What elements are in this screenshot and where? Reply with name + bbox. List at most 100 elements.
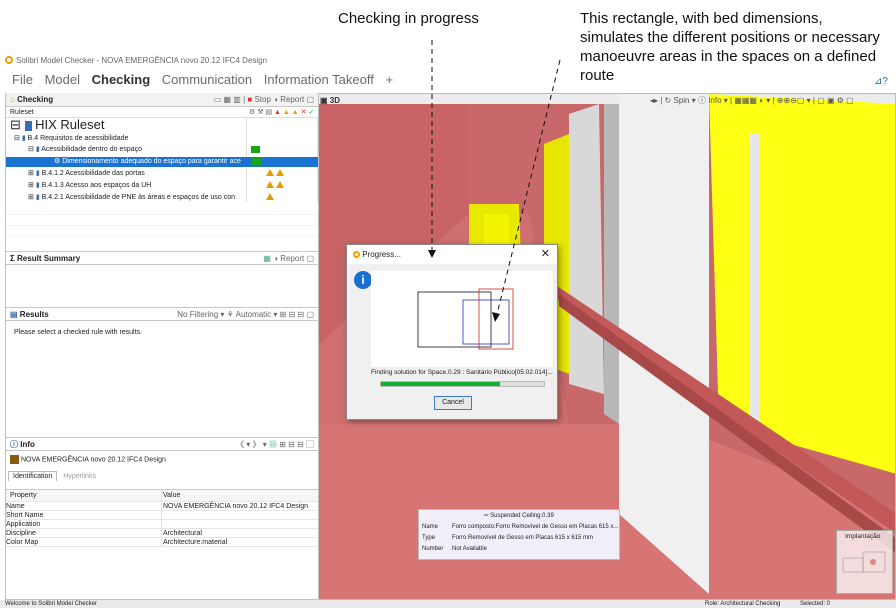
menu-add[interactable]: + bbox=[385, 72, 393, 87]
report-button[interactable]: Report bbox=[280, 95, 304, 104]
ruleset-column-icons: ⚙ ⚒ ▤ ▲ ▲ ▲ ✕ ✓ bbox=[249, 109, 315, 116]
results-message: Please select a checked rule with result… bbox=[14, 329, 143, 336]
info-icon: ⓘ bbox=[10, 440, 18, 449]
tab-identification[interactable]: Identification bbox=[8, 471, 58, 481]
warning-icon bbox=[275, 169, 284, 176]
checking-empty-rows bbox=[6, 204, 318, 246]
rule-row[interactable]: ⊞ ▮ B.4.1.3 Acesso aos espaços da UH bbox=[6, 181, 318, 191]
info-options-icon[interactable]: ▦ bbox=[269, 440, 277, 449]
element-tooltip: ═ Suspended Ceiling.0.39 Name Forro compo… bbox=[418, 509, 620, 560]
cancel-button[interactable]: Cancel bbox=[434, 396, 472, 410]
rule-icon: ▮ bbox=[35, 146, 40, 153]
ruleset-row-hix[interactable]: ⊟ HIX Ruleset bbox=[6, 118, 318, 132]
table-row[interactable]: Name NOVA EMERGÊNCIA novo 20.12 IFC4 Desi… bbox=[6, 502, 318, 511]
property-cell: Discipline bbox=[6, 529, 162, 538]
dialog-status: Finding solution for Space.0.29 : Sanitá… bbox=[371, 369, 553, 376]
cube-icon: ▣ bbox=[320, 96, 328, 105]
nav-back-icon[interactable]: 《 bbox=[236, 440, 244, 449]
status-passed-icon bbox=[252, 158, 261, 165]
table-row[interactable]: Discipline Architectural bbox=[6, 529, 318, 538]
results-header: ▤ Results No Filtering ▾ ⚘ Automatic ▾ ⊞… bbox=[6, 307, 318, 321]
rule-row[interactable]: ⊞ ▮ B.4.1.2 Acessibilidade das portas bbox=[6, 169, 318, 179]
table-row[interactable]: Short Name bbox=[6, 511, 318, 520]
status-passed-icon bbox=[251, 146, 260, 153]
tooltip-row: Number Not Available bbox=[422, 546, 487, 552]
annotation-progress: Checking in progress bbox=[338, 10, 479, 27]
value-cell: NOVA EMERGÊNCIA novo 20.12 IFC4 Design bbox=[163, 503, 308, 510]
minimap-plan bbox=[842, 551, 886, 573]
viewport-toolbar[interactable]: ◂▸ | ↻ Spin ▾ ⓘ Info ▾ | ▦▦▦ ◐ ▾ | ⊕⊕⊖▢ … bbox=[650, 95, 854, 106]
warning-icon bbox=[266, 181, 274, 188]
ruleset-header-row: Ruleset ⚙ ⚒ ▤ ▲ ▲ ▲ ✕ ✓ bbox=[6, 108, 318, 118]
dialog-info-icon: i bbox=[354, 271, 372, 289]
rule-icon: ▮ bbox=[35, 182, 40, 189]
status-bar: Welcome to Solibri Model Checker Role: A… bbox=[0, 600, 896, 608]
menu-checking[interactable]: Checking bbox=[92, 72, 151, 87]
minimap[interactable]: Implantação bbox=[836, 530, 893, 594]
rule-icon: ▮ bbox=[21, 135, 26, 142]
col-property[interactable]: Property bbox=[6, 490, 162, 502]
property-cell: Application bbox=[6, 520, 162, 529]
property-cell: Color Map bbox=[6, 538, 162, 547]
checking-tools: ▭ ▦ ▥ | ■ Stop ◑ Report ▢ bbox=[213, 95, 314, 104]
menu-information-takeoff[interactable]: Information Takeoff bbox=[264, 72, 374, 87]
preview-svg bbox=[417, 288, 514, 350]
ceiling-icon: ═ bbox=[484, 513, 489, 519]
result-summary-header: Σ Result Summary ▦ ◑ Report ▢ bbox=[6, 251, 318, 265]
progress-fill bbox=[381, 382, 500, 386]
info-table: Property Value Name NOVA EMERGÊNCIA novo 2… bbox=[6, 489, 318, 547]
progress-dialog: Progress... ✕ i Finding solution for Spa… bbox=[346, 244, 558, 420]
rule-icon: ⚙ bbox=[54, 158, 61, 165]
col-value[interactable]: Value bbox=[163, 490, 180, 502]
viewport-label-3d: ▣ 3D bbox=[320, 96, 341, 105]
tooltip-row: Name Forro composto:Forro Removível de Ge… bbox=[422, 524, 619, 530]
warning-icon bbox=[266, 169, 274, 176]
dialog-titlebar: Progress... ✕ bbox=[347, 245, 557, 264]
menu-file[interactable]: File bbox=[12, 72, 33, 87]
table-row[interactable]: Application bbox=[6, 520, 318, 529]
info-tabs: Identification Hyperlinks bbox=[8, 471, 100, 481]
info-model-name: NOVA EMERGÊNCIA novo 20.12 IFC4 Design bbox=[10, 455, 166, 464]
menu-bar: File Model Checking Communication Inform… bbox=[12, 72, 401, 87]
warning-icon bbox=[266, 193, 274, 200]
summary-options-icon[interactable]: ▦ bbox=[263, 254, 271, 263]
value-cell: Architecture.material bbox=[163, 539, 228, 546]
stop-button[interactable]: Stop bbox=[254, 95, 270, 104]
rule-row[interactable]: ⊟ ▮ Acessibilidade dentro do espaço bbox=[6, 145, 318, 155]
rule-icon: ▮ bbox=[35, 170, 40, 177]
status-role: Role: Architectural Checking bbox=[705, 601, 781, 607]
property-cell: Name bbox=[6, 502, 162, 511]
menu-model[interactable]: Model bbox=[45, 72, 80, 87]
dialog-preview bbox=[371, 271, 553, 367]
filter-dropdown[interactable]: No Filtering ▾ bbox=[177, 310, 224, 319]
menu-communication[interactable]: Communication bbox=[162, 72, 252, 87]
warning-icon bbox=[275, 181, 284, 188]
annotation-rectangle: This rectangle, with bed dimensions, sim… bbox=[580, 10, 880, 84]
tab-hyperlinks[interactable]: Hyperlinks bbox=[59, 472, 100, 481]
rule-row[interactable]: ⊟ ▮ B.4 Requisitos de acessibilidade bbox=[6, 134, 318, 144]
model-icon bbox=[10, 455, 19, 464]
nav-forward-icon[interactable]: 》 bbox=[253, 440, 261, 449]
app-logo-icon bbox=[5, 56, 13, 64]
dialog-close-icon[interactable]: ✕ bbox=[541, 245, 550, 264]
dialog-progress-bar bbox=[380, 381, 545, 387]
summary-report-button[interactable]: Report bbox=[280, 254, 304, 263]
rule-row[interactable]: ⊞ ▮ B.4.2.1 Acessibilidade de PNE às áre… bbox=[6, 193, 318, 203]
tooltip-row: Type Forro Removível de Gesso em Placas 6… bbox=[422, 535, 594, 541]
rule-icon: ▮ bbox=[35, 194, 40, 201]
checking-header: ⌂ Checking ▭ ▦ ▥ | ■ Stop ◑ Report ▢ bbox=[6, 93, 318, 107]
automatic-dropdown[interactable]: Automatic ▾ bbox=[236, 310, 278, 319]
checking-title-icon: ⌂ bbox=[10, 95, 15, 104]
help-icon[interactable]: ⊿? bbox=[874, 76, 888, 87]
info-header: ⓘ Info 《 ▾ 》 ▾ ▦ ⊞ ⊟ ⊟ ▢ bbox=[6, 437, 318, 451]
minimap-label: Implantação bbox=[845, 533, 881, 540]
rule-row-selected[interactable]: ⚙ Dimensionamento adequado do espaço par… bbox=[6, 157, 318, 167]
ruleset-icon bbox=[24, 120, 32, 131]
tooltip-title: ═ Suspended Ceiling.0.39 bbox=[484, 513, 554, 519]
property-cell: Short Name bbox=[6, 511, 162, 520]
window-title: Solibri Model Checker - NOVA EMERGÊNCIA … bbox=[16, 56, 268, 65]
table-row[interactable]: Color Map Architecture.material bbox=[6, 538, 318, 547]
results-icon: ▤ bbox=[10, 310, 18, 319]
status-welcome: Welcome to Solibri Model Checker bbox=[5, 601, 97, 607]
table-header: Property Value bbox=[6, 490, 318, 502]
